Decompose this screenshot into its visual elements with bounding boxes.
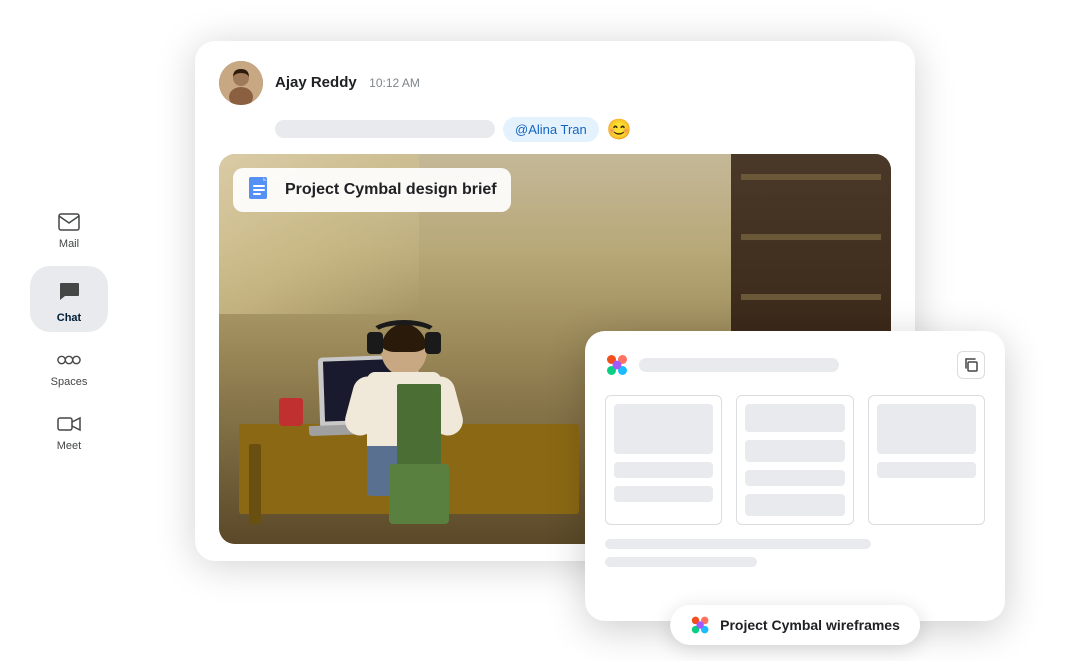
chair-back xyxy=(397,384,441,464)
wireframe-block xyxy=(745,494,844,516)
sidebar-label-meet: Meet xyxy=(57,440,81,452)
wireframe-block xyxy=(745,440,844,462)
figma-label-pill: Project Cymbal wireframes xyxy=(670,605,920,645)
chair-seat xyxy=(389,464,449,524)
figma-label-text: Project Cymbal wireframes xyxy=(720,617,900,633)
footer-bar xyxy=(605,557,757,567)
wireframe-block xyxy=(614,486,713,502)
google-docs-icon xyxy=(247,176,275,204)
chat-icon-bubble xyxy=(46,274,92,308)
copy-icon[interactable] xyxy=(957,351,985,379)
avatar xyxy=(219,61,263,105)
sidebar: Mail Chat Spaces xyxy=(30,202,108,460)
shelf-1 xyxy=(741,174,881,180)
doc-title: Project Cymbal design brief xyxy=(285,181,497,199)
sidebar-item-chat[interactable]: Chat xyxy=(30,266,108,332)
message-bubble xyxy=(275,120,495,138)
wireframe-block xyxy=(877,462,976,478)
spaces-icon xyxy=(57,348,81,372)
emoji: 😊 xyxy=(607,117,632,142)
figma-card-header xyxy=(605,351,985,379)
wireframe-block xyxy=(614,462,713,478)
message-bubble-row: @Alina Tran 😊 xyxy=(195,117,915,154)
figma-bar-row xyxy=(605,353,839,377)
content-area: Ajay Reddy 10:12 AM @Alina Tran 😊 xyxy=(155,41,1005,621)
wireframe-col-2 xyxy=(736,395,853,525)
headphone-right xyxy=(425,332,441,354)
shelf-2 xyxy=(741,234,881,240)
headphone-left xyxy=(367,332,383,354)
doc-card-header: Project Cymbal design brief xyxy=(233,168,511,212)
wireframe-block xyxy=(877,404,976,454)
wireframe-block xyxy=(745,470,844,486)
mail-icon xyxy=(57,210,81,234)
message-header: Ajay Reddy 10:12 AM xyxy=(195,41,915,117)
sidebar-label-chat: Chat xyxy=(57,312,81,324)
main-container: Mail Chat Spaces xyxy=(0,0,1080,661)
meet-icon xyxy=(57,412,81,436)
wireframe-col-3 xyxy=(868,395,985,525)
wireframe-footer xyxy=(605,539,985,567)
sidebar-label-spaces: Spaces xyxy=(51,376,88,388)
figma-card[interactable]: Project Cymbal wireframes xyxy=(585,331,1005,621)
figma-url-bar xyxy=(639,358,839,372)
message-time: 10:12 AM xyxy=(369,76,420,90)
shelf-3 xyxy=(741,294,881,300)
wireframe-col-1 xyxy=(605,395,722,525)
footer-bar xyxy=(605,539,871,549)
figma-pill-logo xyxy=(690,615,710,635)
sender-info: Ajay Reddy 10:12 AM xyxy=(275,74,420,92)
sidebar-label-mail: Mail xyxy=(59,238,79,250)
wireframe-grid xyxy=(605,395,985,525)
mention-tag[interactable]: @Alina Tran xyxy=(503,117,599,142)
table-leg-1 xyxy=(249,444,261,524)
wireframe-block xyxy=(614,404,713,454)
wireframe-block xyxy=(745,404,844,432)
figma-logo-icon xyxy=(605,353,629,377)
red-mug xyxy=(279,398,303,426)
sender-name: Ajay Reddy xyxy=(275,74,357,91)
sidebar-item-meet[interactable]: Meet xyxy=(33,404,105,460)
sidebar-item-spaces[interactable]: Spaces xyxy=(33,340,105,396)
sidebar-item-mail[interactable]: Mail xyxy=(33,202,105,258)
